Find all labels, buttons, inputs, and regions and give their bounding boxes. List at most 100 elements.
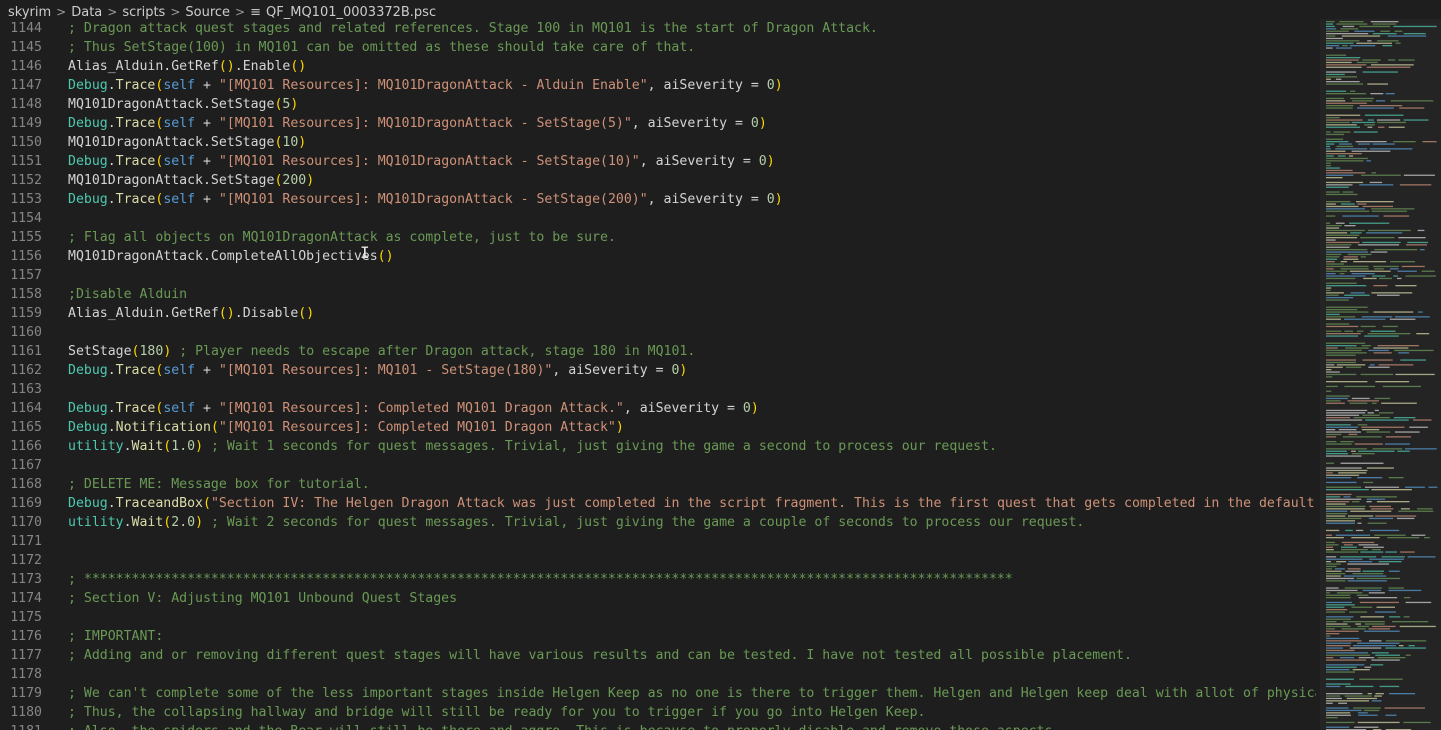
code-line[interactable]: 1144 ; Dragon attack quest stages and rel…: [0, 19, 1316, 38]
code-line[interactable]: 1180 ; Thus, the collapsing hallway and b…: [0, 703, 1316, 722]
code-text: Debug.TraceandBox("Section IV: The Helge…: [68, 494, 1316, 513]
code-line[interactable]: 1181 ; Also, the spiders and the Bear wil…: [0, 722, 1316, 730]
line-number: 1154: [10, 211, 42, 226]
token-comment: ; We can't complete some of the less imp…: [68, 686, 1316, 701]
token-ident: , aiSeverity =: [647, 192, 767, 207]
code-line[interactable]: 1167: [0, 456, 1316, 475]
code-line[interactable]: 1165 Debug.Notification("[MQ101 Resources…: [0, 418, 1316, 437]
code-line[interactable]: 1164 Debug.Trace(self + "[MQ101 Resources…: [0, 399, 1316, 418]
code-line[interactable]: 1153 Debug.Trace(self + "[MQ101 Resources…: [0, 190, 1316, 209]
token-ident: +: [195, 192, 219, 207]
code-text: Debug.Trace(self + "[MQ101 Resources]: M…: [68, 114, 767, 133]
chevron-right-icon: >: [107, 5, 118, 19]
minimap[interactable]: [1320, 19, 1441, 730]
token-ident: , aiSeverity =: [623, 401, 743, 416]
code-line[interactable]: 1172: [0, 551, 1316, 570]
token-comment: ; IMPORTANT:: [68, 629, 164, 644]
token-comment: ; Flag all objects on MQ101DragonAttack …: [68, 230, 616, 245]
code-line[interactable]: 1155 ; Flag all objects on MQ101DragonAtt…: [0, 228, 1316, 247]
code-text: ; Thus, the collapsing hallway and bridg…: [68, 703, 925, 722]
code-line[interactable]: 1162 Debug.Trace(self + "[MQ101 Resources…: [0, 361, 1316, 380]
line-number: 1166: [10, 439, 42, 454]
code-line[interactable]: 1173 ; **********************************…: [0, 570, 1316, 589]
code-line[interactable]: 1176 ; IMPORTANT:: [0, 627, 1316, 646]
token-ident: MQ101DragonAttack.SetStage: [68, 135, 275, 150]
code-line[interactable]: 1159 Alias_Alduin.GetRef().Disable(): [0, 304, 1316, 323]
token-ident: +: [195, 154, 219, 169]
minimap-slider[interactable]: [1320, 19, 1441, 730]
token-self: self: [163, 363, 196, 378]
code-text: ; DELETE ME: Message box for tutorial.: [68, 475, 370, 494]
token-ident: , aiSeverity =: [552, 363, 672, 378]
code-line[interactable]: 1160: [0, 323, 1316, 342]
token-number: 180: [139, 344, 164, 359]
token-ident: .: [123, 515, 132, 530]
code-line[interactable]: 1179 ; We can't complete some of the less…: [0, 684, 1316, 703]
token-ident: +: [195, 78, 219, 93]
code-line[interactable]: 1149 Debug.Trace(self + "[MQ101 Resources…: [0, 114, 1316, 133]
code-line[interactable]: 1154: [0, 209, 1316, 228]
breadcrumb-file[interactable]: QF_MQ101_0003372B.psc: [266, 5, 436, 20]
token-func: Trace: [115, 363, 156, 378]
token-func: TraceandBox: [115, 496, 203, 511]
line-number: 1153: [10, 192, 42, 207]
code-text: utility.Wait(1.0) ; Wait 1 seconds for q…: [68, 437, 997, 456]
token-paren: (): [298, 306, 315, 321]
token-ident: Alias_Alduin.GetRef: [68, 59, 219, 74]
token-paren: ): [195, 439, 204, 454]
code-line[interactable]: 1178: [0, 665, 1316, 684]
line-number: 1179: [10, 686, 42, 701]
code-line[interactable]: 1169 Debug.TraceandBox("Section IV: The H…: [0, 494, 1316, 513]
code-line[interactable]: 1166 utility.Wait(1.0) ; Wait 1 seconds f…: [0, 437, 1316, 456]
code-line[interactable]: 1150 MQ101DragonAttack.SetStage(10): [0, 133, 1316, 152]
token-comment: ; Adding and or removing different quest…: [68, 648, 1132, 663]
code-text: ; Thus SetStage(100) in MQ101 can be omi…: [68, 38, 695, 57]
code-text: MQ101DragonAttack.SetStage(10): [68, 133, 306, 152]
token-string: "[MQ101 Resources]: Completed MQ101 Drag…: [218, 420, 616, 435]
token-type: Debug: [68, 401, 108, 416]
breadcrumb-item-skyrim[interactable]: skyrim: [8, 5, 51, 20]
token-string: "[MQ101 Resources]: MQ101DragonAttack - …: [218, 78, 648, 93]
token-ident: MQ101DragonAttack.CompleteAllObjectives: [68, 249, 378, 264]
code-line[interactable]: 1146 Alias_Alduin.GetRef().Enable(): [0, 57, 1316, 76]
code-editor[interactable]: 1144 ; Dragon attack quest stages and rel…: [0, 19, 1316, 730]
breadcrumb-item-scripts[interactable]: scripts: [122, 5, 165, 20]
token-ident: [203, 515, 211, 530]
code-line[interactable]: 1170 utility.Wait(2.0) ; Wait 2 seconds f…: [0, 513, 1316, 532]
line-number: 1162: [10, 363, 42, 378]
code-line[interactable]: 1156 MQ101DragonAttack.CompleteAllObjecti…: [0, 247, 1316, 266]
code-line[interactable]: 1163: [0, 380, 1316, 399]
token-ident: .Disable: [234, 306, 299, 321]
token-self: self: [163, 78, 196, 93]
token-paren: ): [766, 154, 775, 169]
token-string: "[MQ101 Resources]: MQ101DragonAttack - …: [218, 192, 648, 207]
line-number: 1149: [10, 116, 42, 131]
token-ident: .: [107, 116, 116, 131]
code-line[interactable]: 1147 Debug.Trace(self + "[MQ101 Resources…: [0, 76, 1316, 95]
code-line[interactable]: 1161 SetStage(180) ; Player needs to esca…: [0, 342, 1316, 361]
code-line[interactable]: 1177 ; Adding and or removing different q…: [0, 646, 1316, 665]
token-string: "[MQ101 Resources]: MQ101DragonAttack - …: [218, 116, 632, 131]
code-line[interactable]: 1171: [0, 532, 1316, 551]
token-string: "[MQ101 Resources]: Completed MQ101 Drag…: [218, 401, 624, 416]
line-number: 1174: [10, 591, 42, 606]
token-paren: ): [306, 173, 315, 188]
code-line[interactable]: 1152 MQ101DragonAttack.SetStage(200): [0, 171, 1316, 190]
breadcrumb-item-data[interactable]: Data: [71, 5, 102, 20]
code-line[interactable]: 1175: [0, 608, 1316, 627]
breadcrumb-item-source[interactable]: Source: [185, 5, 230, 20]
token-paren: ): [758, 116, 767, 131]
token-ident: , aiSeverity =: [639, 154, 759, 169]
code-line[interactable]: 1151 Debug.Trace(self + "[MQ101 Resources…: [0, 152, 1316, 171]
line-number: 1157: [10, 268, 42, 283]
code-line[interactable]: 1157: [0, 266, 1316, 285]
code-line[interactable]: 1168 ; DELETE ME: Message box for tutoria…: [0, 475, 1316, 494]
token-type: Debug: [68, 496, 108, 511]
token-comment: ; Section V: Adjusting MQ101 Unbound Que…: [68, 591, 458, 606]
token-comment: ;Disable Alduin: [68, 287, 188, 302]
code-line[interactable]: 1174 ; Section V: Adjusting MQ101 Unbound…: [0, 589, 1316, 608]
code-line[interactable]: 1148 MQ101DragonAttack.SetStage(5): [0, 95, 1316, 114]
token-comment: ; Thus, the collapsing hallway and bridg…: [68, 705, 926, 720]
code-line[interactable]: 1145 ; Thus SetStage(100) in MQ101 can be…: [0, 38, 1316, 57]
code-line[interactable]: 1158 ;Disable Alduin: [0, 285, 1316, 304]
